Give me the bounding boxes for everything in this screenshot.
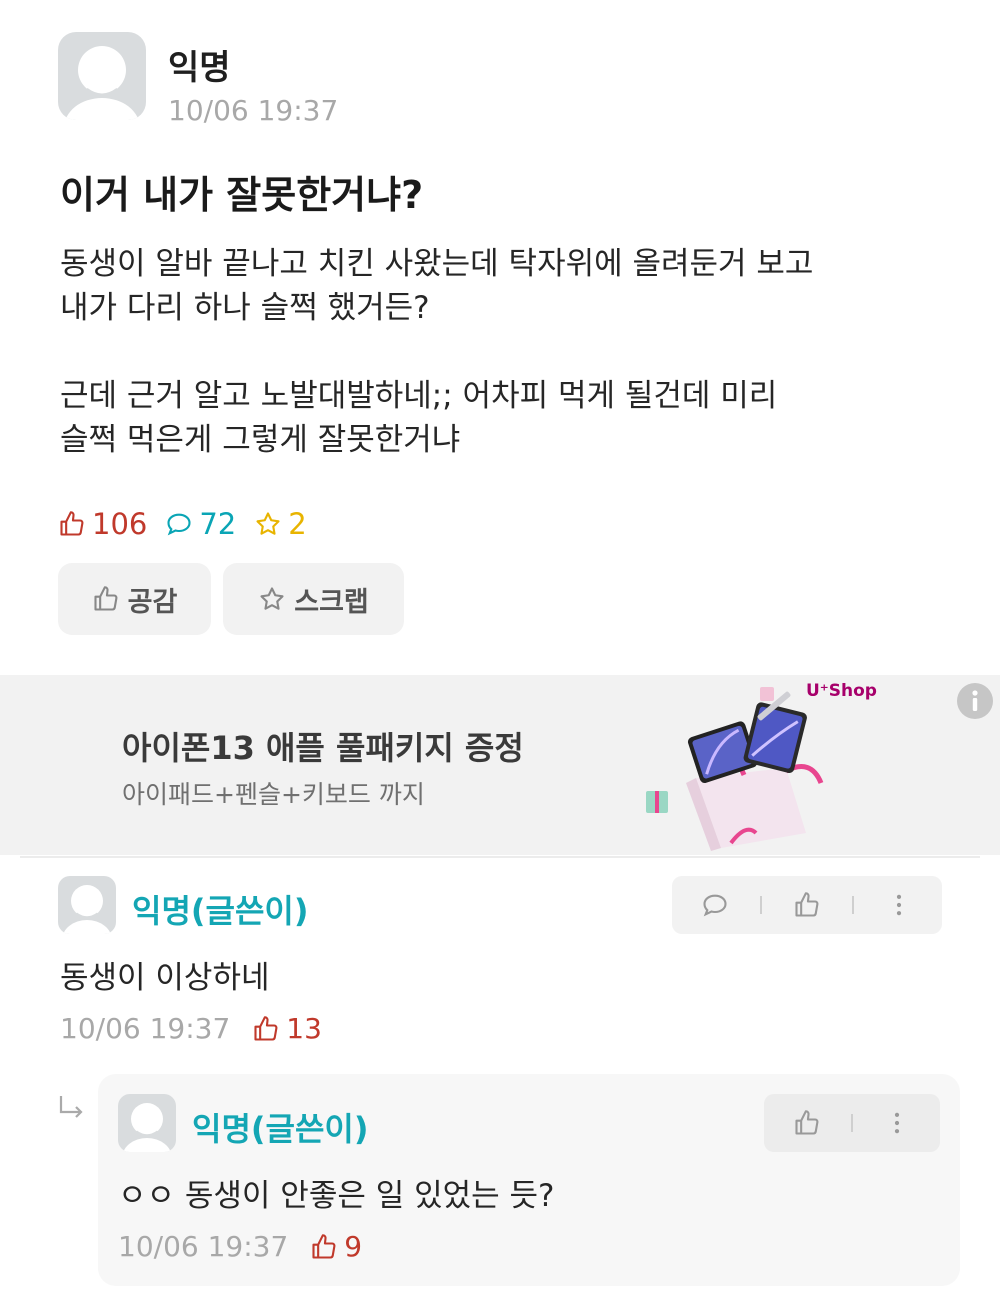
star-icon (256, 512, 280, 535)
post-body-line: 내가 다리 하나 슬쩍 했거든? (60, 290, 430, 326)
comment-count-stat: 72 (165, 507, 236, 541)
scrap-button[interactable]: 스크랩 (223, 563, 404, 635)
ad-subtitle: 아이패드+펜슬+키보드 까지 (122, 780, 425, 809)
gift-box-image (646, 687, 824, 851)
scrap-count-stat: 2 (254, 507, 307, 541)
reply-author-name: 익명(글쓴이) (192, 1110, 369, 1148)
reply-action-bar (764, 1094, 940, 1152)
scrap-button-label: 스크랩 (294, 586, 369, 618)
post-body-line: 동생이 알바 끝나고 치킨 사왔는데 탁자위에 올려둔거 보고 (60, 246, 814, 282)
thumbs-up-icon (60, 511, 84, 536)
post-title: 이거 내가 잘못한거냐? (60, 173, 424, 217)
comment-meta: 10/06 19:37 13 (60, 1012, 322, 1045)
reply-like-count: 9 (310, 1230, 362, 1263)
reply-author-avatar[interactable] (118, 1094, 176, 1152)
comment-action-bar (672, 876, 942, 934)
post-author-avatar[interactable] (58, 32, 146, 120)
thumbs-up-icon (312, 1233, 336, 1259)
post-body-line: 슬쩍 먹은게 그렇게 잘못한거냐 (60, 422, 461, 458)
comment-author-name: 익명(글쓴이) (132, 892, 309, 930)
scrap-count: 2 (288, 507, 307, 541)
separator (851, 896, 854, 914)
like-button[interactable]: 공감 (58, 563, 211, 635)
post-timestamp: 10/06 19:37 (168, 94, 339, 127)
star-icon (260, 587, 284, 610)
comment-author-avatar[interactable] (58, 876, 116, 934)
like-count: 106 (92, 507, 148, 541)
comment-like-count: 13 (252, 1012, 322, 1045)
info-icon[interactable] (957, 683, 993, 719)
post-stats: 106 72 2 (58, 504, 325, 544)
more-vertical-icon[interactable] (883, 1109, 911, 1137)
thumbs-up-icon[interactable] (793, 1109, 821, 1137)
reply-like-number: 9 (344, 1230, 363, 1263)
like-count-stat: 106 (58, 507, 147, 541)
separator (851, 1114, 853, 1132)
ad-banner[interactable]: 아이폰13 애플 풀패키지 증정 아이패드+펜슬+키보드 까지 U⁺Shop (0, 675, 1000, 855)
reply-card: 익명(글쓴이) ㅇㅇ 동생이 안좋은 일 있었는 듯? 10/06 19:37 … (98, 1074, 960, 1286)
comment-timestamp: 10/06 19:37 (60, 1012, 231, 1045)
thumbs-up-icon (254, 1015, 278, 1041)
post-body-line: 근데 근거 알고 노발대발하네;; 어차피 먹게 될건데 미리 (60, 378, 778, 414)
thumbs-up-icon (94, 586, 118, 611)
reply-arrow-icon (59, 1096, 83, 1118)
thumbs-up-icon[interactable] (793, 891, 821, 919)
speech-bubble-icon (167, 513, 191, 536)
reply-timestamp: 10/06 19:37 (118, 1230, 289, 1263)
comment-text: 동생이 이상하네 (60, 960, 270, 996)
section-divider (20, 856, 980, 858)
reply-text: ㅇㅇ 동생이 안좋은 일 있었는 듯? (118, 1178, 555, 1214)
more-vertical-icon[interactable] (885, 891, 913, 919)
like-button-label: 공감 (127, 586, 178, 618)
comment-like-number: 13 (286, 1012, 322, 1045)
comment-count: 72 (199, 507, 237, 541)
speech-bubble-icon[interactable] (701, 891, 729, 919)
ad-title: 아이폰13 애플 풀패키지 증정 (122, 729, 524, 767)
reply-meta: 10/06 19:37 9 (118, 1230, 362, 1263)
post-author-name: 익명 (168, 48, 231, 88)
separator (760, 896, 763, 914)
